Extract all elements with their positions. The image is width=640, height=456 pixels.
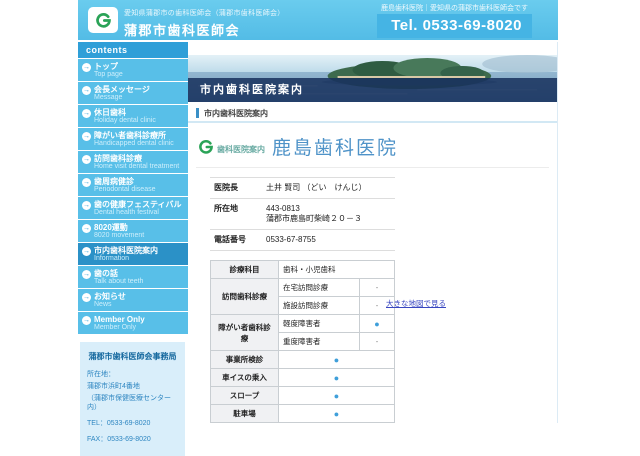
site-logo — [88, 7, 118, 33]
row-label: 障がい者歯科診療 — [210, 314, 279, 351]
site-name: 蒲郡市歯科医師会 — [124, 22, 241, 38]
sidebar-item-handicapped-dental[interactable]: → 障がい者歯科診療所 Handicapped dental clinic — [78, 128, 188, 150]
row-label: 医院長 — [210, 177, 262, 199]
arrow-icon: → — [82, 178, 91, 187]
status-mark: ● — [278, 350, 395, 369]
sidebar-contents-header: contents — [78, 42, 188, 58]
table-row: 所在地 443-0813 蒲郡市鹿島町柴崎２０－３ — [210, 198, 395, 230]
office-title: 蒲郡市歯科医師会事務局 — [88, 352, 177, 361]
sidebar-item-home-visit[interactable]: → 訪問歯科診療 Home visit dental treatment — [78, 151, 188, 173]
table-row: 障がい者歯科診療 軽度障害者 ● — [210, 314, 395, 351]
hero-image: 市内歯科医院案内 — [188, 55, 557, 102]
status-mark: ● — [278, 404, 395, 423]
site-header: 愛知県蒲郡市の歯科医師会（蒲郡市歯科医師会） 蒲郡市歯科医師会 鹿島歯科医院｜愛… — [78, 0, 558, 40]
sidebar-item-clinic-guide[interactable]: → 市内歯科医院案内 Information — [78, 243, 188, 265]
section-label: 歯科医院案内 — [217, 144, 265, 154]
sidebar-item-periodontal[interactable]: → 歯周病健診 Periodontal disease — [78, 174, 188, 196]
sidebar-item-member-only[interactable]: → Member Only Member Only — [78, 312, 188, 334]
header-contact: 鹿島歯科医院｜愛知県の蒲郡市歯科医師会です Tel. 0533-69-8020 — [377, 3, 532, 38]
status-mark: ● — [359, 314, 395, 333]
clinic-services-table: 診療科目 歯科・小児歯科 訪問歯科診療 在宅訪問診療 - 施設訪問診療 - 障が… — [210, 260, 395, 423]
table-row: スロープ ● — [210, 386, 395, 405]
status-mark: - — [359, 332, 395, 351]
hero-title: 市内歯科医院案内 — [200, 84, 304, 96]
arrow-icon: → — [82, 132, 91, 141]
logo-g-icon — [95, 12, 111, 28]
sidebar-item-holiday-dental[interactable]: → 休日歯科 Holiday dental clinic — [78, 105, 188, 127]
sub-label: 重度障害者 — [278, 332, 360, 351]
sidebar-item-dental-festival[interactable]: → 歯の健康フェスティバル Dental health festival — [78, 197, 188, 219]
status-mark: ● — [278, 368, 395, 387]
arrow-icon: → — [82, 270, 91, 279]
row-label: 訪問歯科診療 — [210, 278, 279, 315]
street-address: 蒲郡市鹿島町柴崎２０－３ — [266, 214, 362, 223]
sub-label: 軽度障害者 — [278, 314, 360, 333]
header-tagline: 愛知県蒲郡市の歯科医師会（蒲郡市歯科医師会） — [124, 9, 285, 17]
header-description: 鹿島歯科医院｜愛知県の蒲郡市歯科医師会です — [381, 5, 528, 12]
main-content: 市内歯科医院案内 市内歯科医院案内 歯科医院案内 鹿島歯科医院 医院長 土井 賢… — [188, 42, 558, 423]
arrow-icon: → — [82, 63, 91, 72]
dept-value: 歯科・小児歯科 — [278, 260, 395, 279]
arrow-icon: → — [82, 224, 91, 233]
sidebar-item-message[interactable]: → 会長メッセージ Message — [78, 82, 188, 104]
row-label: 電話番号 — [210, 229, 262, 251]
sidebar-item-top[interactable]: → トップ Top page — [78, 59, 188, 81]
row-label: 所在地 — [210, 198, 262, 230]
arrow-icon: → — [82, 293, 91, 302]
sidebar-item-news[interactable]: → お知らせ News — [78, 289, 188, 311]
table-row: 電話番号 0533-67-8755 — [210, 229, 395, 251]
table-row: 訪問歯科診療 在宅訪問診療 - — [210, 278, 395, 315]
row-label: 車イスの乗入 — [210, 368, 279, 387]
table-row: 診療科目 歯科・小児歯科 — [210, 260, 395, 279]
arrow-icon: → — [82, 316, 91, 325]
table-row: 事業所検診 ● — [210, 350, 395, 369]
breadcrumb-marker — [196, 108, 199, 118]
row-label: 事業所検診 — [210, 350, 279, 369]
view-large-map-link[interactable]: 大きな地図で見る — [386, 298, 446, 309]
hero-title-band: 市内歯科医院案内 — [188, 78, 557, 102]
page-title-row: 歯科医院案内 鹿島歯科医院 — [196, 129, 549, 168]
address-value: 443-0813 蒲郡市鹿島町柴崎２０－３ — [262, 198, 395, 230]
clinic-guide-icon — [198, 139, 214, 155]
office-info-box: 蒲郡市歯科医師会事務局 所在地： 蒲郡市浜町4番地 （蒲郡市保健医療センター内）… — [80, 342, 185, 456]
table-row: 車イスの乗入 ● — [210, 368, 395, 387]
page-container: 愛知県蒲郡市の歯科医師会（蒲郡市歯科医師会） 蒲郡市歯科医師会 鹿島歯科医院｜愛… — [78, 0, 558, 456]
sidebar-item-tooth-talk[interactable]: → 歯の話 Talk about teeth — [78, 266, 188, 288]
sidebar: contents → トップ Top page → 会長メッセージ Messag… — [78, 42, 188, 456]
clinic-info-table: 医院長 土井 賢司 （どい けんじ） 所在地 443-0813 蒲郡市鹿島町柴崎… — [210, 177, 395, 251]
table-row: 駐車場 ● — [210, 404, 395, 423]
office-address: 蒲郡市浜町4番地 — [87, 383, 140, 390]
director-value: 土井 賢司 （どい けんじ） — [262, 177, 395, 199]
page-title: 鹿島歯科医院 — [272, 138, 399, 159]
office-fax: FAX：0533-69-8020 — [87, 436, 151, 443]
status-mark: ● — [278, 386, 395, 405]
arrow-icon: → — [82, 86, 91, 95]
office-address-label: 所在地： — [87, 371, 115, 378]
row-label: 駐車場 — [210, 404, 279, 423]
table-row: 医院長 土井 賢司 （どい けんじ） — [210, 177, 395, 199]
arrow-icon: → — [82, 109, 91, 118]
arrow-icon: → — [82, 247, 91, 256]
header-phone-number: Tel. 0533-69-8020 — [377, 14, 532, 38]
breadcrumb-label: 市内歯科医院案内 — [204, 108, 268, 118]
office-tel: TEL：0533-69-8020 — [87, 420, 151, 427]
zip-code: 443-0813 — [266, 204, 300, 213]
row-label: 診療科目 — [210, 260, 279, 279]
office-address-note: （蒲郡市保健医療センター内） — [87, 395, 171, 411]
arrow-icon: → — [82, 201, 91, 210]
arrow-icon: → — [82, 155, 91, 164]
status-mark: - — [359, 278, 395, 297]
row-label: スロープ — [210, 386, 279, 405]
phone-value: 0533-67-8755 — [262, 229, 395, 251]
clinic-detail: 歯科医院案内 鹿島歯科医院 医院長 土井 賢司 （どい けんじ） 所在地 443… — [188, 123, 557, 423]
sidebar-item-8020-movement[interactable]: → 8020運動 8020 movement — [78, 220, 188, 242]
sub-label: 施設訪問診療 — [278, 296, 360, 315]
sub-label: 在宅訪問診療 — [278, 278, 360, 297]
breadcrumb: 市内歯科医院案内 — [188, 105, 557, 123]
